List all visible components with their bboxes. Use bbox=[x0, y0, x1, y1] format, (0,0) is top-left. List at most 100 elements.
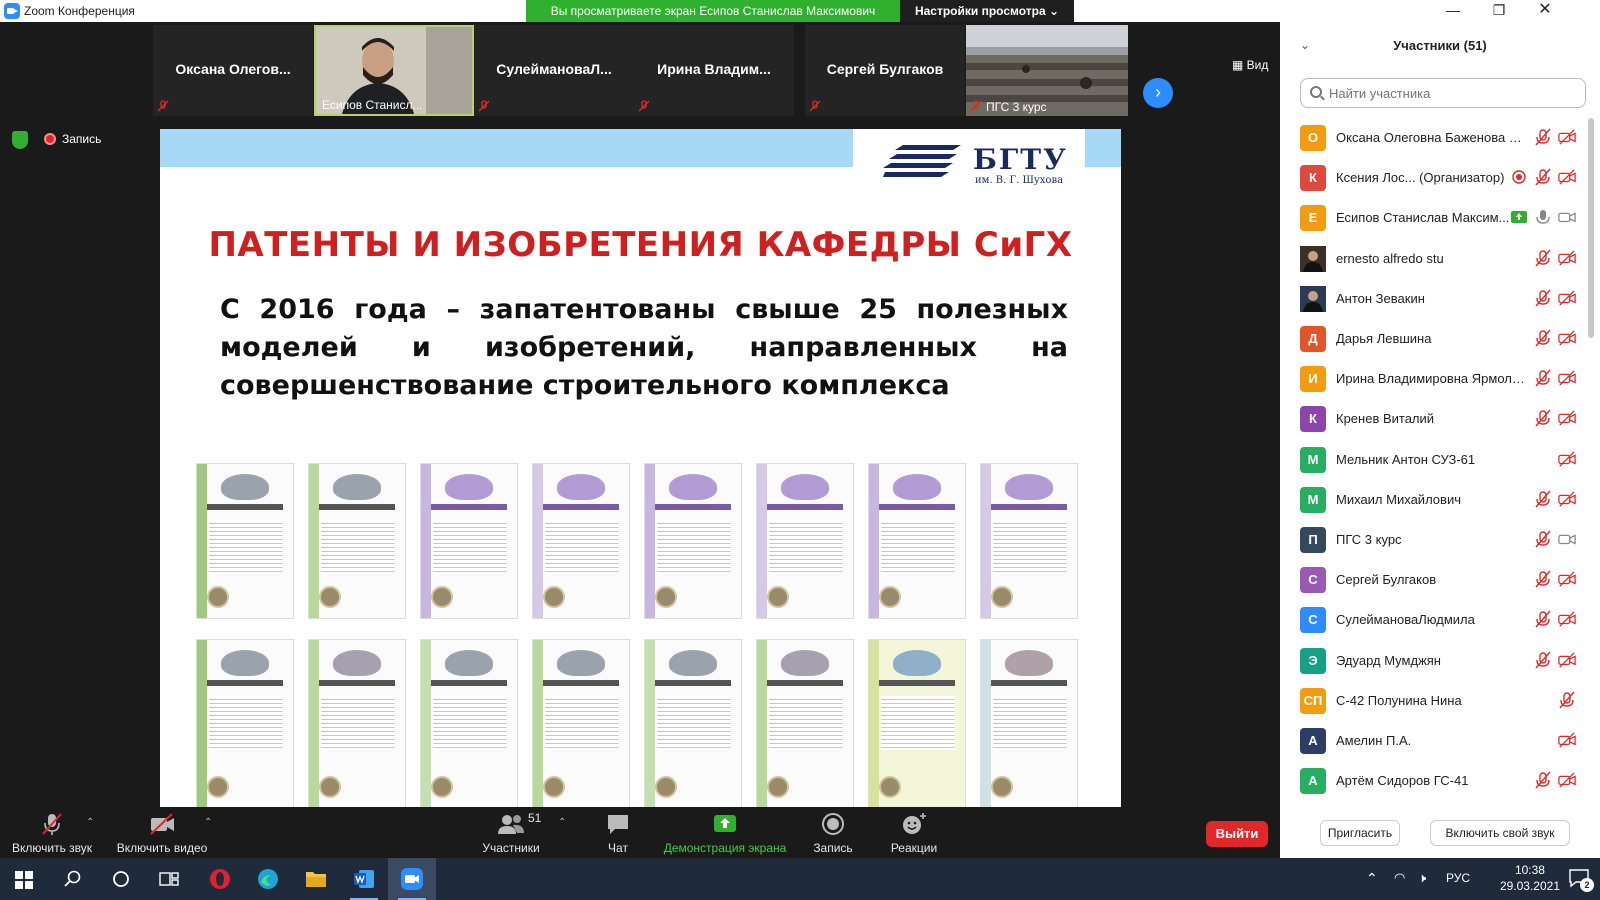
recording-icon bbox=[1512, 170, 1526, 184]
participant-row[interactable]: П ПГС 3 курс bbox=[1280, 520, 1586, 561]
leave-button[interactable]: Выйти bbox=[1206, 821, 1268, 847]
participant-row[interactable]: М Мельник Антон СУЗ-61 bbox=[1280, 440, 1586, 481]
participant-row[interactable]: С Сергей Булгаков bbox=[1280, 560, 1586, 601]
participants-footer: Пригласить Включить свой звук bbox=[1280, 808, 1600, 858]
clock[interactable]: 10:38 29.03.2021 bbox=[1500, 862, 1560, 894]
participant-row[interactable]: СП С-42 Полунина Нина bbox=[1280, 681, 1586, 722]
thumbnail-name: СулеймановаЛ... bbox=[496, 61, 612, 77]
participant-thumbnail[interactable]: ПГС 3 курс bbox=[966, 25, 1128, 116]
participant-thumbnail[interactable]: Оксана Олегов... bbox=[153, 25, 313, 116]
participant-row[interactable]: Д Дарья Левшина bbox=[1280, 319, 1586, 360]
participant-row[interactable]: Э Эдуард Мумджян bbox=[1280, 641, 1586, 682]
recording-indicator[interactable]: Запись bbox=[44, 132, 101, 146]
chevron-up-icon[interactable]: ⌃ bbox=[1366, 870, 1378, 887]
minimize-button[interactable]: — bbox=[1430, 0, 1476, 22]
view-settings-button[interactable]: Настройки просмотра ⌄ bbox=[900, 0, 1074, 22]
avatar: М bbox=[1300, 446, 1326, 473]
participant-name: Антон Зевакин bbox=[1336, 290, 1425, 306]
participant-row[interactable]: М Михаил Михайлович bbox=[1280, 480, 1586, 521]
participant-thumbnail[interactable]: Сергей Булгаков bbox=[805, 25, 965, 116]
participant-thumbnail[interactable]: СулеймановаЛ... bbox=[474, 25, 634, 116]
thumbnail-name: Сергей Булгаков bbox=[826, 61, 944, 77]
word-taskbar-button[interactable] bbox=[340, 858, 388, 900]
opera-icon bbox=[210, 869, 230, 889]
patent-certificate-image bbox=[644, 639, 742, 807]
patent-certificate-image bbox=[644, 463, 742, 619]
slide-body-text: С 2016 года – запатентованы свыше 25 пол… bbox=[220, 294, 1068, 401]
participant-row[interactable]: С СулеймановаЛюдмила bbox=[1280, 600, 1586, 641]
participant-search-input[interactable] bbox=[1300, 78, 1586, 108]
participant-status-icons bbox=[1528, 329, 1576, 349]
zoom-taskbar-button[interactable] bbox=[388, 858, 436, 900]
participant-row[interactable]: Е Есипов Станислав Максим... bbox=[1280, 198, 1586, 239]
participant-row[interactable]: Антон Зевакин bbox=[1280, 279, 1586, 320]
participant-name: Есипов Станислав Максим... bbox=[1336, 210, 1510, 226]
participant-row[interactable]: И Ирина Владимировна Ярмоле... bbox=[1280, 359, 1586, 400]
input-language[interactable]: РУС bbox=[1446, 871, 1470, 885]
windows-taskbar: ⌃ ◠ 🕨 РУС 10:38 29.03.2021 2 bbox=[0, 858, 1600, 900]
share-screen-button[interactable]: Демонстрация экрана bbox=[660, 807, 790, 858]
zoom-app-icon bbox=[4, 3, 20, 19]
participant-row[interactable]: К Кренев Виталий bbox=[1280, 399, 1586, 440]
shield-icon[interactable] bbox=[12, 131, 28, 149]
mic-muted-icon bbox=[970, 100, 982, 112]
mic-muted-icon bbox=[478, 100, 490, 112]
patent-certificate-image bbox=[420, 463, 518, 619]
participant-row[interactable]: О Оксана Олеговна Баженова (Я) bbox=[1280, 118, 1586, 159]
cortana-button[interactable] bbox=[96, 858, 144, 900]
speaker-icon[interactable]: 🕨 bbox=[1418, 870, 1426, 886]
participant-thumbnail-active[interactable]: Есипов Станисл... bbox=[314, 25, 474, 116]
chevron-up-icon[interactable]: ⌃ bbox=[204, 817, 212, 828]
window-title: Zoom Конференция bbox=[24, 4, 135, 18]
unmute-myself-button[interactable]: Включить свой звук bbox=[1430, 820, 1570, 846]
file-explorer-taskbar-button[interactable] bbox=[292, 858, 340, 900]
task-view-button[interactable] bbox=[144, 858, 192, 900]
record-label: Запись bbox=[813, 841, 853, 855]
avatar: П bbox=[1300, 527, 1326, 553]
avatar: С bbox=[1300, 567, 1326, 594]
participant-status-icons bbox=[1528, 369, 1576, 389]
notifications-button[interactable]: 2 bbox=[1568, 868, 1594, 892]
opera-taskbar-button[interactable] bbox=[196, 858, 244, 900]
participant-row[interactable]: А Амелин П.А. bbox=[1280, 721, 1586, 762]
close-window-button[interactable]: ✕ bbox=[1522, 0, 1568, 22]
chevron-up-icon[interactable]: ⌃ bbox=[86, 817, 94, 828]
certificate-row bbox=[196, 639, 1078, 807]
participant-thumbnail[interactable]: Ирина Владим... bbox=[634, 25, 794, 116]
chevron-up-icon[interactable]: ⌃ bbox=[558, 817, 566, 828]
mic-muted-icon bbox=[1535, 249, 1551, 267]
view-settings-label: Настройки просмотра bbox=[914, 4, 1046, 18]
start-button[interactable] bbox=[0, 858, 48, 900]
unmute-button[interactable]: ⌃ Включить звук bbox=[6, 807, 98, 858]
logo-lines-icon bbox=[883, 145, 961, 177]
patent-certificate-image bbox=[308, 463, 406, 619]
participant-status-icons bbox=[1528, 651, 1576, 671]
task-view-icon bbox=[159, 872, 179, 886]
record-button[interactable]: Запись bbox=[806, 807, 860, 858]
slide-title: ПАТЕНТЫ И ИЗОБРЕТЕНИЯ КАФЕДРЫ СиГХ bbox=[208, 225, 1073, 265]
edge-taskbar-button[interactable] bbox=[244, 858, 292, 900]
participant-status-icons bbox=[1528, 289, 1576, 309]
next-thumbnails-button[interactable]: › bbox=[1143, 78, 1173, 108]
reactions-button[interactable]: Реакции bbox=[882, 807, 946, 858]
view-button[interactable]: ▦ Вид bbox=[1232, 58, 1268, 72]
chat-button[interactable]: Чат bbox=[598, 807, 638, 858]
participants-count: 51 bbox=[528, 811, 542, 825]
avatar bbox=[1300, 245, 1326, 272]
wifi-icon[interactable]: ◠ bbox=[1394, 870, 1405, 886]
view-button-label: Вид bbox=[1246, 58, 1269, 72]
participants-panel: ⌄ Участники (51) О Оксана Олеговна Бажено… bbox=[1280, 22, 1600, 858]
share-screen-icon bbox=[714, 815, 736, 832]
start-video-button[interactable]: ⌃ Включить видео bbox=[112, 807, 212, 858]
close-icon: ✕ bbox=[1538, 1, 1552, 18]
record-icon bbox=[822, 813, 844, 835]
restore-button[interactable]: ❐ bbox=[1476, 0, 1522, 22]
video-off-icon bbox=[1558, 410, 1576, 427]
participants-scrollbar[interactable] bbox=[1588, 118, 1594, 338]
participant-row[interactable]: К Ксения Лос... (Организатор) bbox=[1280, 158, 1586, 199]
participants-button[interactable]: 51 ⌃ Участники bbox=[478, 807, 566, 858]
search-taskbar-button[interactable] bbox=[48, 858, 96, 900]
participant-row[interactable]: А Артём Сидоров ГС-41 bbox=[1280, 761, 1586, 802]
participant-row[interactable]: ernesto alfredo stu bbox=[1280, 239, 1586, 280]
invite-button[interactable]: Пригласить bbox=[1320, 820, 1400, 846]
